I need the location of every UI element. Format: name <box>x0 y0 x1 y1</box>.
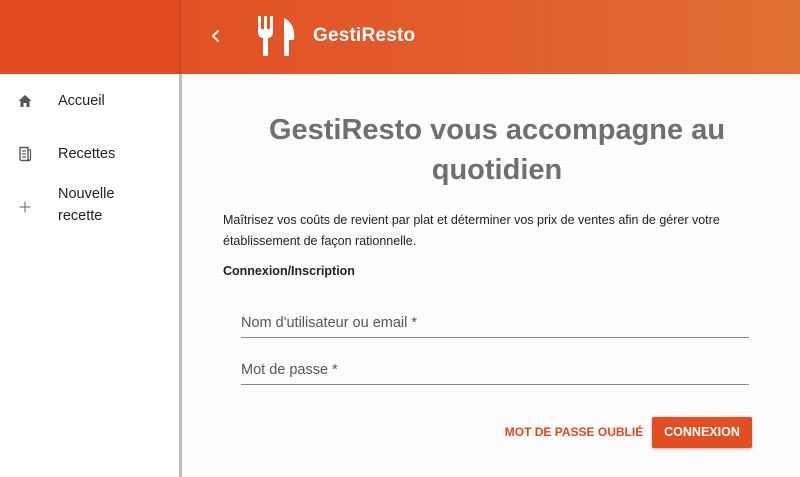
sidebar-item-label: Recettes <box>58 146 116 162</box>
home-icon <box>18 95 32 107</box>
sidebar-item-recettes[interactable]: Recettes <box>0 140 178 168</box>
header-divider <box>180 0 181 74</box>
plus-icon <box>19 201 31 213</box>
receipt-icon <box>19 146 32 162</box>
password-field-wrapper <box>241 355 749 385</box>
section-label: Connexion/Inscription <box>223 264 355 278</box>
fork-knife-icon <box>258 16 295 56</box>
page-headline: GestiResto vous accompagne au quotidien <box>268 114 726 186</box>
sidebar-item-label: Nouvelle recette <box>58 186 115 224</box>
password-field[interactable] <box>241 355 749 384</box>
sidebar: Accueil Recettes Nouvelle recette <box>0 74 180 477</box>
chevron-left-icon <box>212 30 219 42</box>
header-left-panel <box>0 0 180 74</box>
sidebar-item-label: Accueil <box>58 93 105 109</box>
app-title: GestiResto <box>313 25 416 46</box>
main-content: GestiResto vous accompagne au quotidien … <box>182 74 800 477</box>
sidebar-item-nouvelle-recette[interactable]: Nouvelle recette <box>0 182 178 230</box>
login-button[interactable]: CONNEXION <box>652 417 752 448</box>
intro-text: Maîtrisez vos coûts de revient par plat … <box>223 213 720 248</box>
forgot-password-button[interactable]: MOT DE PASSE OUBLIÉ <box>504 418 644 446</box>
back-button[interactable] <box>204 22 228 50</box>
username-field[interactable] <box>241 308 749 337</box>
sidebar-item-accueil[interactable]: Accueil <box>0 87 178 115</box>
username-field-wrapper <box>241 308 749 338</box>
